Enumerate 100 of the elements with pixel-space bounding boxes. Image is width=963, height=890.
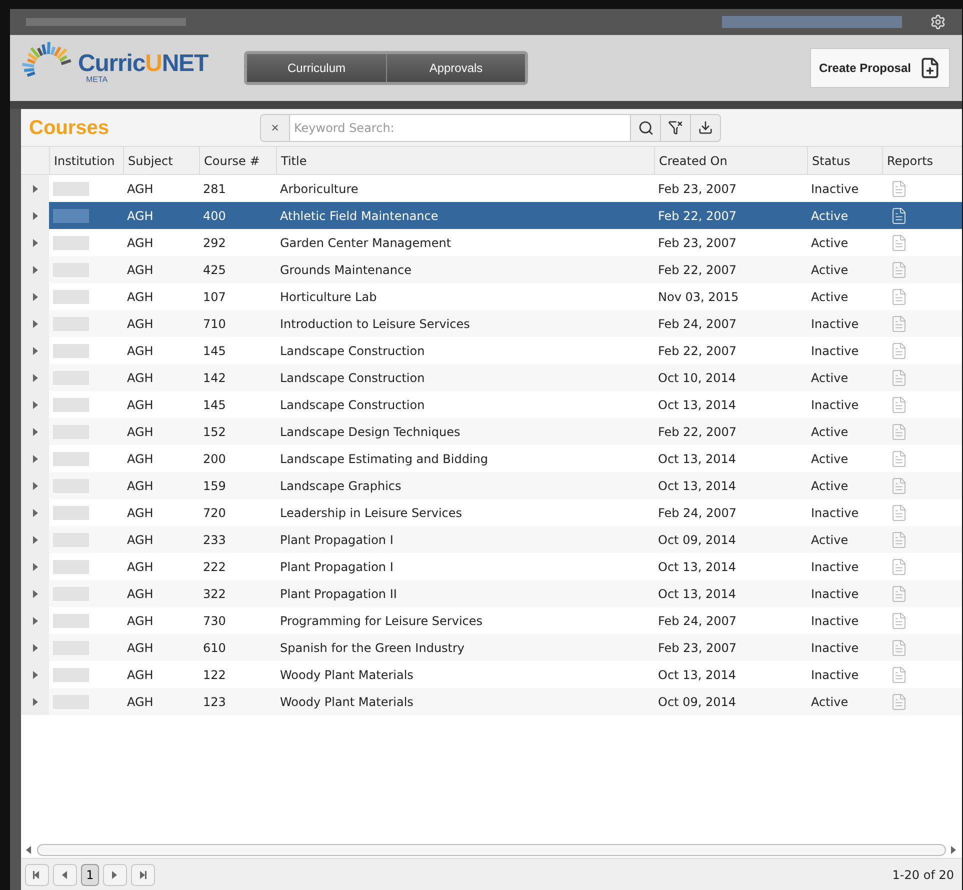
table-cell-text: AGH: [126, 478, 154, 494]
panel-title: Courses: [28, 116, 110, 140]
table-row[interactable]: AGH 233 Plant Propagation I Oct 09, 2014 Active: [21, 526, 962, 553]
page-number-button[interactable]: 1: [81, 864, 99, 886]
expand-arrow-icon[interactable]: [32, 698, 38, 706]
expand-arrow-icon[interactable]: [32, 266, 38, 274]
table-cell-text: 107: [202, 288, 227, 306]
expand-arrow-icon[interactable]: [32, 508, 38, 516]
expand-arrow-icon[interactable]: [32, 374, 38, 382]
table-cell-text: Programming for Leisure Services: [279, 612, 484, 630]
table-cell-text: Plant Propagation I: [279, 558, 394, 576]
table-cell-text: Active: [810, 424, 850, 440]
table-cell-text: AGH: [126, 180, 154, 198]
expand-arrow-icon[interactable]: [32, 238, 38, 246]
column-header[interactable]: Status: [807, 147, 882, 174]
expand-arrow-icon[interactable]: [32, 400, 38, 408]
table-cell-text: AGH: [126, 504, 154, 522]
nav-tab[interactable]: Approvals: [386, 54, 525, 82]
table-cell-text: Active: [810, 234, 850, 252]
expand-arrow-icon[interactable]: [32, 320, 38, 328]
table-cell-text: Plant Propagation II: [279, 586, 398, 602]
table-row[interactable]: AGH 610 Spanish for the Green Industry Feb 23, 2007 Inactive: [21, 634, 962, 661]
table-cell-text: 159: [202, 478, 227, 494]
table-cell-text: Inactive: [810, 586, 860, 602]
table-cell-text: Athletic Field Maintenance: [279, 208, 440, 224]
table-cell-text: 200: [202, 450, 227, 468]
expand-arrow-icon[interactable]: [32, 536, 38, 544]
column-header[interactable]: Subject: [123, 147, 199, 174]
expand-arrow-icon[interactable]: [32, 644, 38, 652]
table-cell-text: AGH: [126, 396, 154, 414]
table-cell-text: Introduction to Leisure Services: [279, 316, 471, 332]
table-cell-text: Feb 22, 2007: [657, 208, 738, 224]
table-row[interactable]: AGH 710 Introduction to Leisure Services Feb 24, 2007 Inactive: [21, 310, 962, 337]
table-cell-text: Feb 22, 2007: [657, 262, 738, 278]
table-cell-text: Landscape Construction: [279, 370, 426, 386]
page-summary: 1-20 of 20: [892, 866, 955, 884]
expand-arrow-icon[interactable]: [32, 482, 38, 490]
table-cell-text: 730: [202, 612, 227, 630]
settings-icon[interactable]: [930, 14, 946, 30]
table-row[interactable]: AGH 152 Landscape Design Techniques Feb 22, 2007 Active: [21, 418, 962, 445]
table-cell-text: Inactive: [810, 180, 860, 198]
last-page-icon: [139, 870, 147, 878]
nav-tab[interactable]: Curriculum: [247, 54, 386, 82]
table-row[interactable]: AGH 425 Grounds Maintenance Feb 22, 2007 Active: [21, 256, 962, 283]
table-cell-text: Grounds Maintenance: [279, 262, 412, 278]
expand-arrow-icon[interactable]: [32, 212, 38, 220]
last-page-button[interactable]: [131, 864, 155, 886]
expand-arrow-icon[interactable]: [32, 428, 38, 436]
table-cell-text: Feb 24, 2007: [657, 504, 738, 522]
download-icon: [698, 120, 713, 135]
previous-page-button[interactable]: [53, 864, 77, 886]
expand-arrow-icon[interactable]: [32, 590, 38, 598]
table-row[interactable]: AGH 159 Landscape Graphics Oct 13, 2014 Active: [21, 472, 962, 499]
table-cell-text: 123: [202, 694, 227, 710]
table-cell-text: Inactive: [810, 558, 860, 576]
logo-text: CurricUNET: [78, 52, 208, 76]
logo-subtitle: META: [86, 76, 108, 84]
expand-arrow-icon[interactable]: [32, 454, 38, 462]
clear-search-button[interactable]: ×: [261, 114, 289, 140]
table-cell-text: Inactive: [810, 640, 860, 656]
report-document-icon[interactable]: [890, 206, 908, 224]
table-row[interactable]: AGH 322 Plant Propagation II Oct 13, 2014 Inactive: [21, 580, 962, 607]
redacted-text: [53, 560, 89, 574]
table-cell-text: AGH: [126, 208, 154, 224]
column-header[interactable]: Course #: [199, 147, 276, 174]
expand-arrow-icon[interactable]: [32, 184, 38, 192]
table-cell-text: AGH: [126, 424, 154, 440]
column-header[interactable]: Institution: [49, 147, 123, 174]
scroll-right-icon: [950, 846, 958, 854]
search-icon: [638, 120, 654, 136]
redacted-text: [53, 668, 89, 682]
table-cell-text: AGH: [126, 666, 154, 684]
search-field[interactable]: Keyword Search:: [289, 114, 630, 140]
column-header[interactable]: Reports: [882, 147, 962, 174]
column-header[interactable]: Created On: [654, 147, 807, 174]
table-cell-text: Oct 13, 2014: [657, 478, 737, 494]
table-cell-text: Feb 24, 2007: [657, 612, 738, 630]
redacted-text: [53, 290, 89, 304]
table-cell-text: Oct 13, 2014: [657, 450, 737, 468]
table-cell-text: Spanish for the Green Industry: [279, 640, 466, 656]
table-cell-text: Feb 23, 2007: [657, 234, 738, 252]
expand-arrow-icon[interactable]: [32, 562, 38, 570]
table-cell-text: Oct 13, 2014: [657, 586, 737, 602]
expand-arrow-icon[interactable]: [32, 292, 38, 300]
redacted-text: [53, 236, 89, 250]
expand-arrow-icon[interactable]: [32, 616, 38, 624]
expand-arrow-icon[interactable]: [32, 670, 38, 678]
table-row[interactable]: AGH 123 Woody Plant Materials Oct 09, 2014 Active: [21, 688, 962, 715]
table-row[interactable]: AGH 400 Athletic Field Maintenance Feb 22, 2007 Active: [21, 202, 962, 229]
redacted-text: [53, 506, 89, 520]
first-page-button[interactable]: [25, 864, 49, 886]
expand-arrow-icon[interactable]: [32, 346, 38, 354]
table-row[interactable]: AGH 142 Landscape Construction Oct 10, 2014 Active: [21, 364, 962, 391]
column-header[interactable]: Title: [276, 147, 654, 174]
table-cell-text: Plant Propagation I: [279, 532, 394, 548]
next-page-button[interactable]: [103, 864, 127, 886]
table-cell-text: AGH: [126, 316, 154, 332]
create-proposal-button[interactable]: Create Proposal: [810, 48, 950, 88]
table-cell-text: 710: [202, 316, 227, 332]
table-cell-text: Arboriculture: [279, 180, 360, 198]
